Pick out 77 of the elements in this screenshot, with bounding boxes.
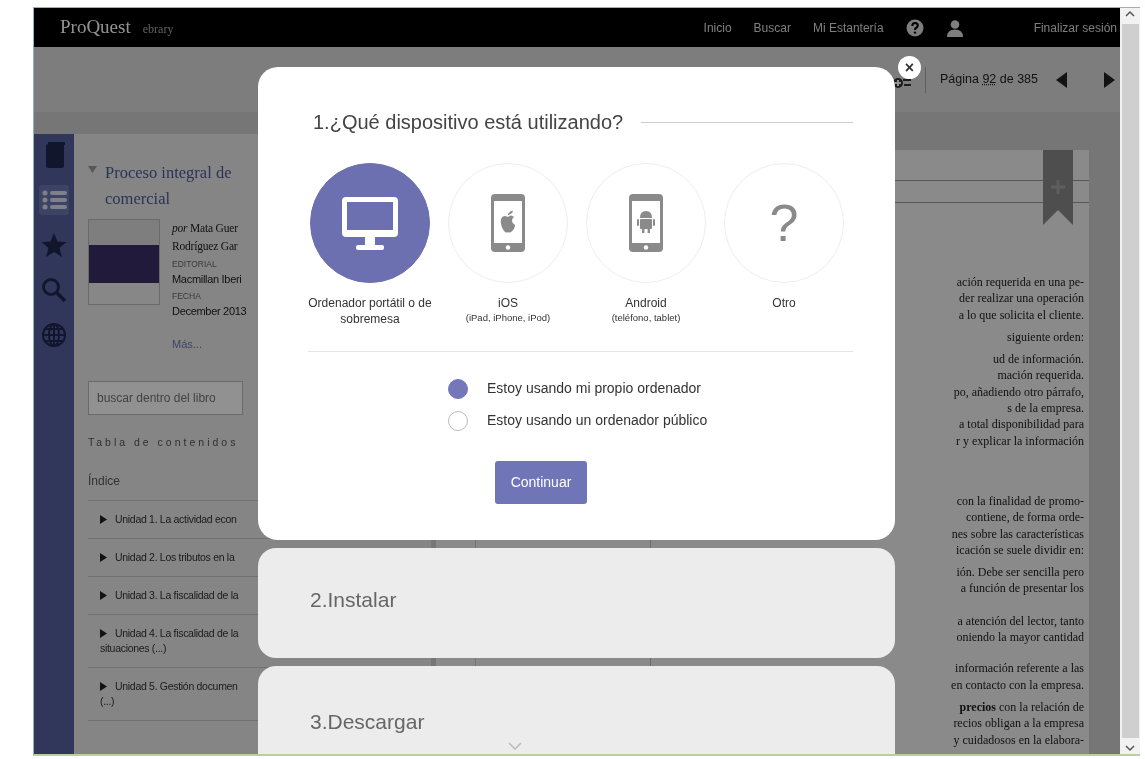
device-note: (teléfono, tablet) <box>611 311 681 325</box>
body-text-line: a función de presentar los <box>959 580 1084 597</box>
body-text-line: contiene, de forma orde- <box>965 509 1084 526</box>
radio-label[interactable]: Estoy usando mi propio ordenador <box>487 378 702 399</box>
body-text-line: a atención del lector, tanto <box>956 612 1084 630</box>
body-text-line: siguiente orden: <box>1006 328 1084 346</box>
toc-label: Unidad 4. La fiscalidad de la <box>115 625 239 641</box>
body-text-line: oniendo la mayor cantidad <box>955 629 1084 646</box>
continue-button[interactable]: Continuar <box>495 461 587 504</box>
nav-link[interactable]: Buscar <box>753 18 791 37</box>
page-indicator[interactable]: Página 92 de 385 <box>939 70 1038 89</box>
body-text-line: información referente a las <box>954 660 1084 677</box>
body-text-line: po, añadiendo otro párrafo, <box>952 383 1084 401</box>
toc-label: Unidad 2. Los tributos en la <box>115 549 235 565</box>
body-text-line: ación requerida en una pe- <box>955 274 1084 291</box>
help-icon[interactable] <box>905 18 924 37</box>
body-text-line: en contacto con la empresa. <box>950 676 1084 693</box>
next-page-icon[interactable] <box>1104 71 1116 88</box>
contents-heading: Tabla de contenidos <box>88 435 240 450</box>
search-icon <box>41 277 67 303</box>
sidebar-tool[interactable] <box>39 185 69 215</box>
radio-button[interactable] <box>448 378 468 399</box>
body-text-line: s de la empresa. <box>1006 400 1084 417</box>
toc-label: Índice <box>88 473 121 489</box>
body-text-line: a lo que solicita el cliente. <box>957 306 1084 323</box>
logout-link[interactable]: Finalizar sesión <box>1033 18 1117 37</box>
author-text: por Mata Guer <box>172 221 239 237</box>
phone-icon <box>629 194 663 252</box>
user-icon[interactable] <box>945 18 964 37</box>
radio-button[interactable] <box>448 410 468 431</box>
toc-label: Unidad 1. La actividad econ <box>115 511 237 527</box>
publication-date: December 2013 <box>172 304 247 319</box>
book-search-field[interactable]: buscar dentro del libro <box>88 381 243 415</box>
body-text-line: ud de información. <box>992 351 1084 368</box>
book-title[interactable]: Proceso integral de <box>105 160 232 186</box>
publisher-name: Macmillan Iberi <box>172 271 243 287</box>
device-option[interactable]: ? <box>724 163 844 283</box>
device-label: Otro <box>771 295 797 311</box>
toc-label: Unidad 5. Gestión documen <box>115 678 238 694</box>
body-text-line: der realizar una operación <box>958 290 1084 307</box>
globe-icon <box>41 322 67 348</box>
device-note: (iPad, iPhone, iPod) <box>465 311 551 325</box>
body-text-line: recios obligan a la empresa <box>952 715 1084 732</box>
body-text-line: r y explicar la información <box>955 432 1084 449</box>
monitor-icon <box>342 196 398 250</box>
brand-logo[interactable]: ProQuest <box>60 13 131 42</box>
toc-label: situaciones (...) <box>100 640 168 656</box>
body-text-line: ión. Debe ser sencilla pero <box>955 564 1084 581</box>
device-label: Ordenador portátil o de sobremesa <box>307 295 433 327</box>
nav-link[interactable]: Inicio <box>703 18 732 37</box>
nav-link[interactable]: Mi Estantería <box>812 18 884 37</box>
body-text-line: icación se suele dividir en: <box>955 541 1084 559</box>
scroll-down-icon[interactable] <box>1124 742 1136 754</box>
author-text: Rodríguez Gar <box>172 239 239 255</box>
toc-label: Unidad 3. La fiscalidad de la <box>115 587 239 603</box>
body-text-line: a total disponibilidad para <box>958 416 1084 433</box>
previous-page-icon[interactable] <box>1056 71 1068 88</box>
radio-label[interactable]: Estoy usando un ordenador público <box>487 410 708 431</box>
chevron-down-icon <box>508 741 522 750</box>
phone-icon <box>491 194 525 252</box>
step-title: 2.Instalar <box>310 587 397 613</box>
book-title[interactable]: comercial <box>105 186 232 212</box>
date-label: FECHA <box>172 290 202 303</box>
caret-icon[interactable] <box>88 166 97 173</box>
body-text-line: nes sobre las características <box>950 525 1084 542</box>
body-text-line: y cuidadosos en la elabora- <box>952 731 1084 748</box>
bookmark-ribbon-icon[interactable] <box>1043 150 1073 225</box>
star-icon <box>41 232 67 258</box>
body-text-line: mación requerida. <box>996 367 1084 384</box>
dialog-title: 1.¿Qué dispositivo está utilizando? <box>313 110 624 135</box>
device-label: iOS <box>497 295 519 311</box>
device-label: Android <box>624 295 668 311</box>
toc-label: (...) <box>100 693 116 709</box>
body-text-line: con la finalidad de promo- <box>955 492 1084 510</box>
publisher-label: EDITORIAL <box>172 258 218 271</box>
product-name: ebrary <box>142 21 174 38</box>
body-text-line: precios con la relación de <box>958 698 1084 716</box>
